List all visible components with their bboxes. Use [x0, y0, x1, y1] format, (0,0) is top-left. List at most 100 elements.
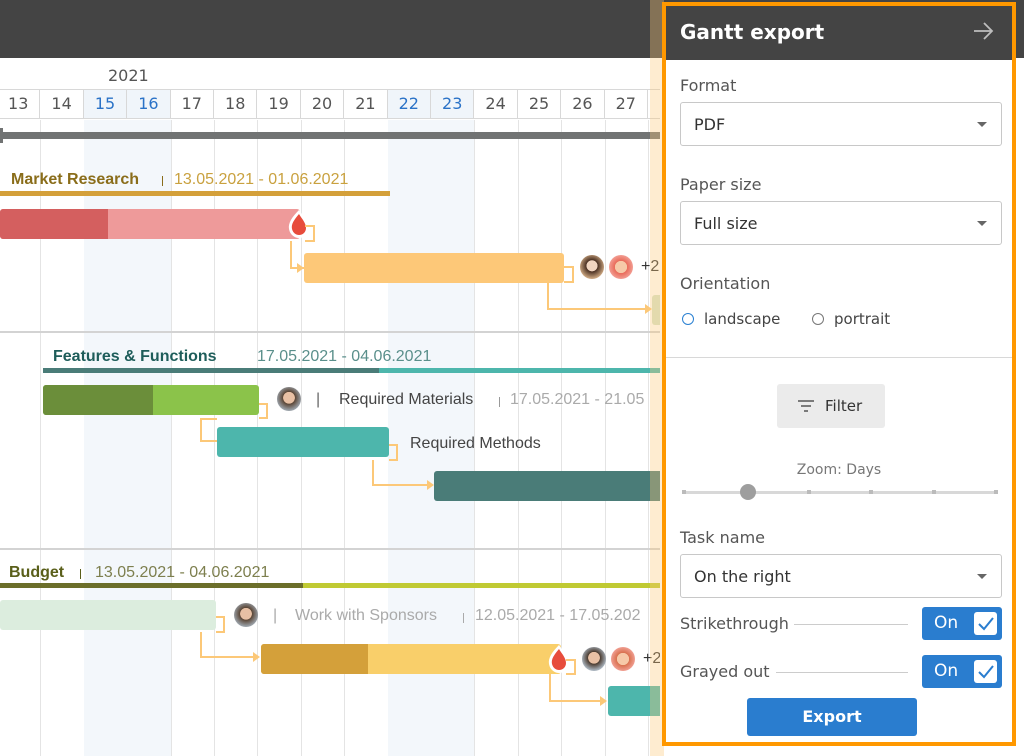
orientation-radio-landscape[interactable]: landscape: [682, 310, 780, 328]
task-separator: |: [273, 607, 278, 624]
dependency-arrow-icon: [253, 652, 260, 662]
timeline-day: 27: [605, 90, 648, 118]
task-name-value: On the right: [694, 567, 791, 586]
dependency-arrow-icon: [297, 263, 304, 273]
slider-stop[interactable]: [682, 490, 686, 494]
task-bar[interactable]: [261, 644, 561, 674]
task-bar[interactable]: [0, 209, 300, 239]
format-select[interactable]: PDF: [680, 102, 1002, 146]
task-label-work-with-sponsors[interactable]: Work with Sponsors: [295, 607, 437, 625]
slider-stop[interactable]: [994, 490, 998, 494]
checkmark-icon: [974, 612, 997, 635]
task-name-label: Task name: [680, 528, 765, 547]
timeline-day: 16: [127, 90, 171, 118]
separator-tick: [463, 613, 464, 623]
assignee-avatar[interactable]: [234, 603, 258, 627]
dependency-link: [566, 659, 576, 675]
group-bar-market-research[interactable]: [0, 191, 390, 196]
slider-stop[interactable]: [931, 490, 936, 494]
group-bar-remaining: [379, 368, 660, 373]
dependency-link: [259, 403, 268, 419]
group-divider: [0, 548, 660, 550]
dependency-link: [389, 444, 398, 461]
assignee-avatar[interactable]: [277, 387, 301, 411]
task-bar[interactable]: [217, 427, 389, 457]
timeline-day: 26: [561, 90, 605, 118]
timeline-day: 25: [518, 90, 562, 118]
task-separator: |: [316, 391, 321, 408]
task-progress: [261, 644, 368, 674]
toggle-state: On: [934, 613, 959, 633]
radio-label: landscape: [704, 310, 781, 328]
strikethrough-toggle[interactable]: On: [922, 607, 1002, 640]
group-bar-budget[interactable]: [0, 583, 303, 588]
timeline-year: 2021: [108, 66, 149, 85]
assignee-avatar[interactable]: [580, 255, 604, 279]
group-dates-market-research: 13.05.2021 - 01.06.2021: [174, 171, 349, 188]
project-summary-bar[interactable]: [0, 132, 660, 139]
gantt-chart: 2021 13 14 15 16 17 18 19 20 21 22 23 24 25 26 27 Mark…: [0, 58, 660, 756]
timeline-days-header: 13 14 15 16 17 18 19 20 21 22 23 24 25 26 27: [0, 89, 660, 119]
task-bar[interactable]: [304, 253, 564, 283]
assignee-avatar[interactable]: [609, 255, 633, 279]
timeline-day: 18: [214, 90, 258, 118]
zoom-slider[interactable]: [682, 484, 998, 500]
group-title-features-functions[interactable]: Features & Functions: [53, 348, 217, 366]
export-button[interactable]: Export: [747, 698, 917, 736]
group-title-market-research[interactable]: Market Research: [11, 171, 139, 189]
timeline-day: 23: [431, 90, 475, 118]
leader-line: [776, 672, 908, 673]
task-dates-required-materials: 17.05.2021 - 21.05: [510, 391, 645, 408]
task-label-required-methods[interactable]: Required Methods: [410, 435, 541, 453]
slider-stop[interactable]: [806, 490, 811, 494]
separator-tick: [80, 569, 81, 579]
grayed-out-option: Grayed out On: [680, 655, 1002, 689]
strikethrough-label: Strikethrough: [680, 614, 789, 633]
arrow-right-icon[interactable]: [970, 18, 996, 44]
chevron-down-icon: [977, 221, 987, 226]
dependency-arrow-icon: [600, 696, 607, 706]
group-bar-remaining: [303, 583, 660, 588]
gantt-export-panel: Gantt export Format PDF Paper size Full …: [662, 2, 1016, 746]
checkmark-icon: [974, 660, 997, 683]
dependency-link: [547, 282, 650, 310]
orientation-radio-portrait[interactable]: portrait: [812, 310, 890, 328]
dependency-link: [372, 460, 428, 486]
orientation-label: Orientation: [680, 274, 771, 293]
radio-circle-icon: [812, 313, 824, 325]
radio-label: portrait: [834, 310, 891, 328]
timeline-day: 14: [40, 90, 84, 118]
chevron-down-icon: [977, 122, 987, 127]
dependency-link: [216, 616, 225, 633]
task-name-select[interactable]: On the right: [680, 554, 1002, 598]
task-dates-work-with-sponsors: 12.05.2021 - 17.05.202: [475, 607, 641, 624]
task-bar[interactable]: [43, 385, 259, 415]
task-bar[interactable]: [434, 471, 660, 501]
slider-thumb[interactable]: [740, 484, 756, 500]
zoom-label: Zoom: Days: [796, 462, 882, 478]
timeline-day: 13: [0, 90, 41, 118]
dependency-arrow-icon: [427, 480, 434, 490]
timeline-day: 20: [301, 90, 345, 118]
task-bar-grayed[interactable]: [0, 600, 216, 630]
timeline-day: 24: [474, 90, 518, 118]
task-label-required-materials[interactable]: Required Materials: [339, 391, 473, 409]
group-title-budget[interactable]: Budget: [9, 564, 64, 582]
dependency-link: [549, 674, 601, 702]
slider-stop[interactable]: [869, 490, 874, 494]
grayed-out-label: Grayed out: [680, 662, 770, 681]
group-bar-features-functions[interactable]: [43, 368, 379, 373]
paper-size-select[interactable]: Full size: [680, 201, 1002, 245]
grayed-out-toggle[interactable]: On: [922, 655, 1002, 688]
group-divider: [0, 331, 660, 333]
chevron-down-icon: [977, 574, 987, 579]
assignee-avatar[interactable]: [611, 647, 635, 671]
section-divider: [666, 357, 1012, 358]
dependency-link: [200, 632, 254, 658]
panel-header: Gantt export: [666, 6, 1012, 60]
assignee-avatar[interactable]: [582, 647, 606, 671]
paper-size-label: Paper size: [680, 175, 762, 194]
filter-button-label: Filter: [825, 397, 863, 415]
panel-title: Gantt export: [680, 20, 825, 44]
filter-button[interactable]: Filter: [777, 384, 885, 428]
